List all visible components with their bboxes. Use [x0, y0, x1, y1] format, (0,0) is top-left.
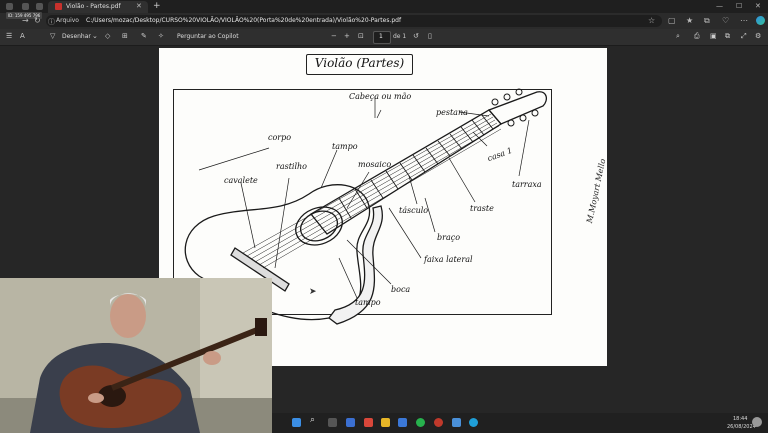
- browser-essentials-icon[interactable]: ♡: [722, 16, 729, 25]
- label-tarraxa: tarraxa: [512, 180, 542, 189]
- page-number: 1: [379, 33, 383, 40]
- favorite-star-icon[interactable]: ☆: [648, 16, 655, 25]
- chrome-icon[interactable]: [364, 418, 373, 427]
- ask-copilot-button[interactable]: Perguntar ao Copilot: [177, 33, 239, 40]
- tab-close-icon[interactable]: ✕: [136, 2, 142, 10]
- forward-icon[interactable]: →: [22, 16, 29, 25]
- print-icon[interactable]: ⎙: [694, 32, 700, 41]
- app-icon-blue[interactable]: [452, 418, 461, 427]
- settings-gear-icon[interactable]: ⚙: [755, 32, 761, 40]
- start-menu-icon[interactable]: [292, 418, 301, 427]
- label-cavalete: cavalete: [224, 176, 258, 185]
- clock-date[interactable]: 26/08/2024: [727, 424, 756, 430]
- close-window-icon[interactable]: ✕: [755, 2, 761, 10]
- zoom-out-icon[interactable]: −: [331, 32, 337, 40]
- label-tampo-top: tampo: [332, 142, 358, 151]
- draw-icon[interactable]: ▽: [50, 32, 55, 40]
- label-tampo-bottom: tampo: [355, 298, 381, 307]
- page-view-icon[interactable]: ▯: [428, 32, 432, 40]
- label-cabeca: Cabeça ou mão: [349, 92, 412, 101]
- label-mosaico: mosaico: [358, 160, 392, 169]
- label-tasculo: tásculo: [399, 206, 429, 215]
- minimize-icon[interactable]: —: [716, 2, 723, 10]
- profile-icon[interactable]: [6, 3, 13, 10]
- contents-icon[interactable]: ☰: [6, 32, 12, 40]
- widgets-icon[interactable]: [346, 418, 355, 427]
- clock-time[interactable]: 18:44: [733, 416, 747, 422]
- workspaces-icon[interactable]: [22, 3, 29, 10]
- search-icon[interactable]: ⌕: [676, 32, 680, 41]
- label-pestana: pestana: [436, 108, 468, 117]
- tab-title: Violão - Partes.pdf: [66, 3, 121, 10]
- copilot-icon[interactable]: [756, 16, 765, 25]
- headstock: [487, 91, 548, 125]
- task-view-icon[interactable]: [328, 418, 337, 427]
- pdf-file-icon: [55, 3, 62, 10]
- draw-button[interactable]: Desenhar: [62, 33, 91, 40]
- save-as-icon[interactable]: ⧉: [725, 32, 730, 41]
- webcam-scene: [0, 278, 272, 433]
- draw-dropdown-icon[interactable]: ⌄: [92, 32, 98, 40]
- whatsapp-icon[interactable]: [416, 418, 425, 427]
- erase-icon[interactable]: ◇: [105, 32, 110, 40]
- text-icon[interactable]: ⊞: [122, 32, 128, 40]
- save-icon[interactable]: ▣: [710, 32, 717, 40]
- tab-actions-icon[interactable]: [36, 3, 43, 10]
- fullscreen-icon[interactable]: ⤢: [741, 32, 747, 41]
- rotate-icon[interactable]: ↺: [413, 32, 419, 40]
- url-scheme-label: Arquivo: [56, 17, 79, 24]
- label-rastilho: rastilho: [276, 162, 307, 171]
- ai-icon[interactable]: ✧: [158, 32, 164, 40]
- taskbar-search-icon[interactable]: ⌕: [310, 415, 319, 425]
- edge-icon[interactable]: [469, 418, 478, 427]
- label-boca: boca: [391, 285, 411, 294]
- mail-icon[interactable]: [398, 418, 407, 427]
- label-corpo: corpo: [268, 133, 292, 142]
- info-icon[interactable]: ⓘ: [48, 17, 55, 27]
- notification-icon[interactable]: [752, 417, 762, 427]
- url-text[interactable]: C:/Users/mozac/Desktop/CURSO%20VIOLÃO/VI…: [86, 17, 401, 24]
- zoom-in-icon[interactable]: +: [344, 32, 350, 40]
- read-aloud-icon[interactable]: A: [20, 32, 25, 40]
- maximize-icon[interactable]: ☐: [736, 2, 742, 10]
- label-traste: traste: [470, 204, 494, 213]
- collections-icon[interactable]: ⧉: [704, 16, 710, 26]
- label-faixa-lateral: faixa lateral: [424, 255, 473, 264]
- page-count: de 1: [393, 33, 407, 40]
- highlight-icon[interactable]: ✎: [141, 32, 147, 40]
- file-explorer-icon[interactable]: [381, 418, 390, 427]
- favorites-icon[interactable]: ★: [686, 16, 693, 25]
- app-icon-red[interactable]: [434, 418, 443, 427]
- split-screen-icon[interactable]: ▢: [668, 16, 676, 25]
- webcam-feed: [0, 278, 272, 433]
- menu-dots-icon[interactable]: ⋯: [740, 16, 748, 25]
- label-braco: braço: [437, 233, 461, 242]
- fit-page-icon[interactable]: ⊡: [358, 32, 364, 40]
- mouse-cursor-icon: ➤: [309, 287, 317, 297]
- refresh-icon[interactable]: ↻: [34, 16, 41, 25]
- new-tab-icon[interactable]: +: [153, 1, 161, 11]
